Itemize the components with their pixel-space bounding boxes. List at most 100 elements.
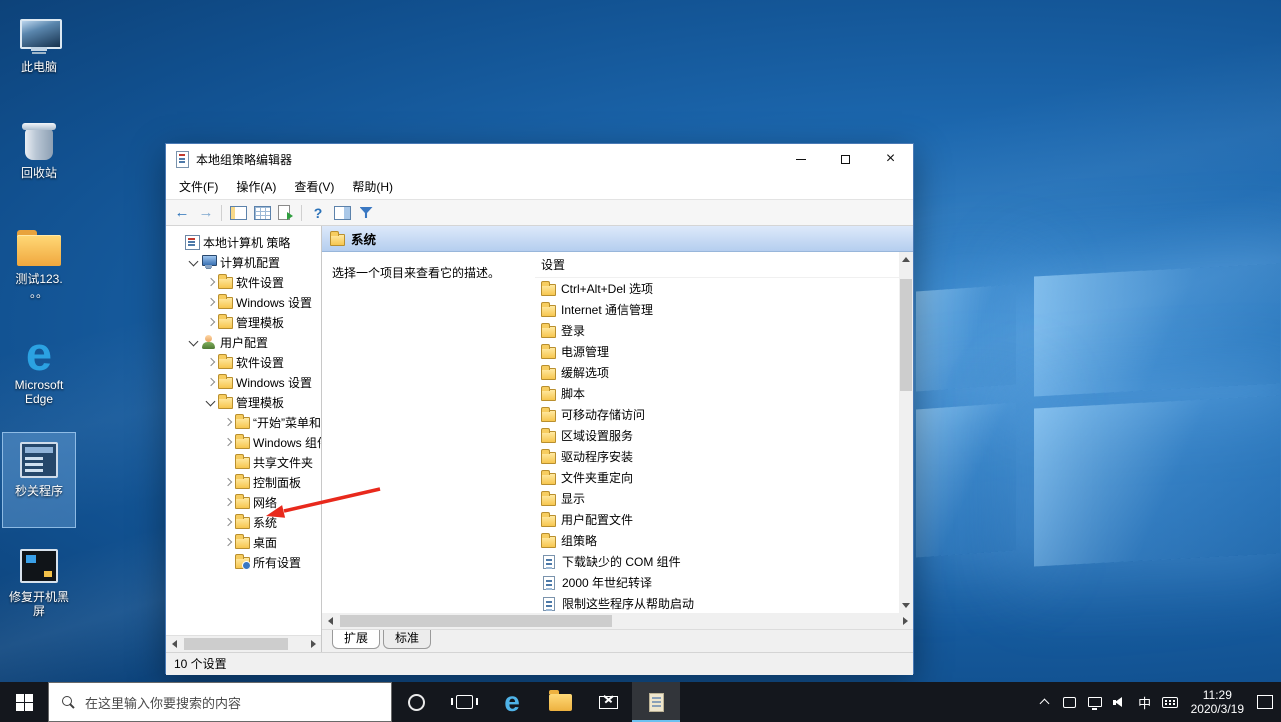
tree-chevron-icon[interactable] bbox=[187, 254, 201, 270]
start-button[interactable] bbox=[0, 682, 48, 722]
menu-action[interactable]: 操作(A) bbox=[227, 175, 285, 199]
setting-item[interactable]: 区域设置服务 bbox=[535, 425, 899, 446]
setting-item[interactable]: Internet 通信管理 bbox=[535, 299, 899, 320]
desktop-icon-recycle-bin[interactable]: 回收站 bbox=[2, 114, 76, 210]
scrollbar-thumb[interactable] bbox=[340, 615, 612, 627]
tree-item[interactable]: Windows 设置 bbox=[166, 292, 321, 312]
taskbar-clock[interactable]: 11:29 2020/3/19 bbox=[1187, 688, 1248, 716]
tree-item[interactable]: 管理模板 bbox=[166, 392, 321, 412]
tree-item[interactable]: Windows 设置 bbox=[166, 372, 321, 392]
setting-item[interactable]: 电源管理 bbox=[535, 341, 899, 362]
task-view-button[interactable] bbox=[440, 682, 488, 722]
tree-item[interactable]: 控制面板 bbox=[166, 472, 321, 492]
show-console-tree-button[interactable] bbox=[226, 202, 250, 224]
tree-chevron-icon[interactable] bbox=[221, 554, 235, 570]
tree-item[interactable]: 系统 bbox=[166, 512, 321, 532]
scrollbar-thumb[interactable] bbox=[900, 279, 912, 391]
back-button[interactable] bbox=[170, 202, 194, 224]
tree-chevron-icon[interactable] bbox=[221, 474, 235, 490]
scroll-left-button[interactable] bbox=[166, 636, 182, 652]
tree-chevron-icon[interactable] bbox=[204, 354, 218, 370]
settings-column-header[interactable]: 设置 bbox=[535, 252, 899, 278]
tab-standard[interactable]: 标准 bbox=[383, 630, 431, 649]
tree-item[interactable]: 软件设置 bbox=[166, 272, 321, 292]
scrollbar-thumb[interactable] bbox=[184, 638, 288, 650]
file-explorer-button[interactable] bbox=[536, 682, 584, 722]
tree-item[interactable]: 管理模板 bbox=[166, 312, 321, 332]
tree-item[interactable]: Windows 组件 bbox=[166, 432, 321, 452]
export-list-button[interactable] bbox=[250, 202, 274, 224]
taskbar-search[interactable]: 在这里输入你要搜索的内容 bbox=[48, 682, 392, 722]
cortana-button[interactable] bbox=[392, 682, 440, 722]
setting-item[interactable]: 下载缺少的 COM 组件 bbox=[535, 551, 899, 572]
tree-horizontal-scrollbar[interactable] bbox=[166, 635, 321, 652]
setting-item[interactable]: 组策略 bbox=[535, 530, 899, 551]
scroll-right-button[interactable] bbox=[897, 613, 913, 629]
setting-item[interactable]: 显示 bbox=[535, 488, 899, 509]
help-button[interactable] bbox=[306, 202, 330, 224]
tree-chevron-icon[interactable] bbox=[221, 454, 235, 470]
menu-file[interactable]: 文件(F) bbox=[170, 175, 227, 199]
titlebar[interactable]: 本地组策略编辑器 × bbox=[166, 144, 913, 174]
details-horizontal-scrollbar[interactable] bbox=[322, 613, 913, 629]
vertical-scrollbar[interactable] bbox=[899, 252, 913, 613]
tree-chevron-icon[interactable] bbox=[221, 514, 235, 530]
tab-extended[interactable]: 扩展 bbox=[332, 630, 380, 649]
desktop-icon-quick-close-app[interactable]: 秒关程序 bbox=[2, 432, 76, 528]
edge-taskbar-button[interactable] bbox=[488, 682, 536, 722]
setting-item[interactable]: 脚本 bbox=[535, 383, 899, 404]
gpedit-taskbar-button[interactable] bbox=[632, 682, 680, 722]
tree-chevron-icon[interactable] bbox=[221, 434, 235, 450]
setting-item[interactable]: 限制这些程序从帮助启动 bbox=[535, 593, 899, 613]
desktop-icon-fix-black-screen[interactable]: 修复开机黑屏 bbox=[2, 538, 76, 634]
tree-item[interactable]: 用户配置 bbox=[166, 332, 321, 352]
tree-item[interactable]: 桌面 bbox=[166, 532, 321, 552]
scroll-left-button[interactable] bbox=[322, 613, 338, 629]
tree-item[interactable]: 软件设置 bbox=[166, 352, 321, 372]
setting-item[interactable]: 文件夹重定向 bbox=[535, 467, 899, 488]
setting-item[interactable]: 可移动存储访问 bbox=[535, 404, 899, 425]
close-button[interactable]: × bbox=[868, 144, 913, 174]
tree-item[interactable]: 本地计算机 策略 bbox=[166, 232, 321, 252]
setting-item[interactable]: 2000 年世纪转译 bbox=[535, 572, 899, 593]
tree-chevron-icon[interactable] bbox=[187, 334, 201, 350]
setting-item[interactable]: 登录 bbox=[535, 320, 899, 341]
setting-item[interactable]: 用户配置文件 bbox=[535, 509, 899, 530]
tree-chevron-icon[interactable] bbox=[221, 414, 235, 430]
tree-item[interactable]: 共享文件夹 bbox=[166, 452, 321, 472]
desktop-icon-microsoft-edge[interactable]: Microsoft Edge bbox=[2, 326, 76, 422]
desktop-icon-test-folder[interactable]: 测试123. 。。 bbox=[2, 220, 76, 316]
desktop-icon-this-pc[interactable]: 此电脑 bbox=[2, 8, 76, 104]
scroll-up-button[interactable] bbox=[899, 252, 913, 267]
setting-item[interactable]: 驱动程序安装 bbox=[535, 446, 899, 467]
scroll-down-button[interactable] bbox=[899, 598, 913, 613]
tree-item[interactable]: 网络 bbox=[166, 492, 321, 512]
forward-button[interactable] bbox=[194, 202, 218, 224]
menu-help[interactable]: 帮助(H) bbox=[343, 175, 402, 199]
tree-item[interactable]: “开始”菜单和任务栏 bbox=[166, 412, 321, 432]
tree-chevron-icon[interactable] bbox=[221, 534, 235, 550]
filter-button[interactable] bbox=[354, 202, 378, 224]
scroll-right-button[interactable] bbox=[305, 636, 321, 652]
show-action-pane-button[interactable] bbox=[330, 202, 354, 224]
tree-item[interactable]: 所有设置 bbox=[166, 552, 321, 572]
menu-view[interactable]: 查看(V) bbox=[285, 175, 343, 199]
tree-chevron-icon[interactable] bbox=[204, 274, 218, 290]
network-button[interactable] bbox=[1087, 682, 1103, 722]
setting-item[interactable]: Ctrl+Alt+Del 选项 bbox=[535, 278, 899, 299]
tray-icon-button[interactable] bbox=[1062, 682, 1078, 722]
mail-button[interactable] bbox=[584, 682, 632, 722]
tree-chevron-icon[interactable] bbox=[204, 314, 218, 330]
tree-chevron-icon[interactable] bbox=[204, 394, 218, 410]
tree-chevron-icon[interactable] bbox=[221, 494, 235, 510]
ime-indicator[interactable]: 中 bbox=[1137, 682, 1153, 722]
tree-item[interactable]: 计算机配置 bbox=[166, 252, 321, 272]
tree-chevron-icon[interactable] bbox=[170, 234, 184, 250]
maximize-button[interactable] bbox=[823, 144, 868, 174]
hidden-icons-button[interactable] bbox=[1037, 682, 1053, 722]
minimize-button[interactable] bbox=[778, 144, 823, 174]
setting-item[interactable]: 缓解选项 bbox=[535, 362, 899, 383]
tree-chevron-icon[interactable] bbox=[204, 294, 218, 310]
action-center-button[interactable] bbox=[1257, 682, 1273, 722]
touch-keyboard-button[interactable] bbox=[1162, 682, 1178, 722]
